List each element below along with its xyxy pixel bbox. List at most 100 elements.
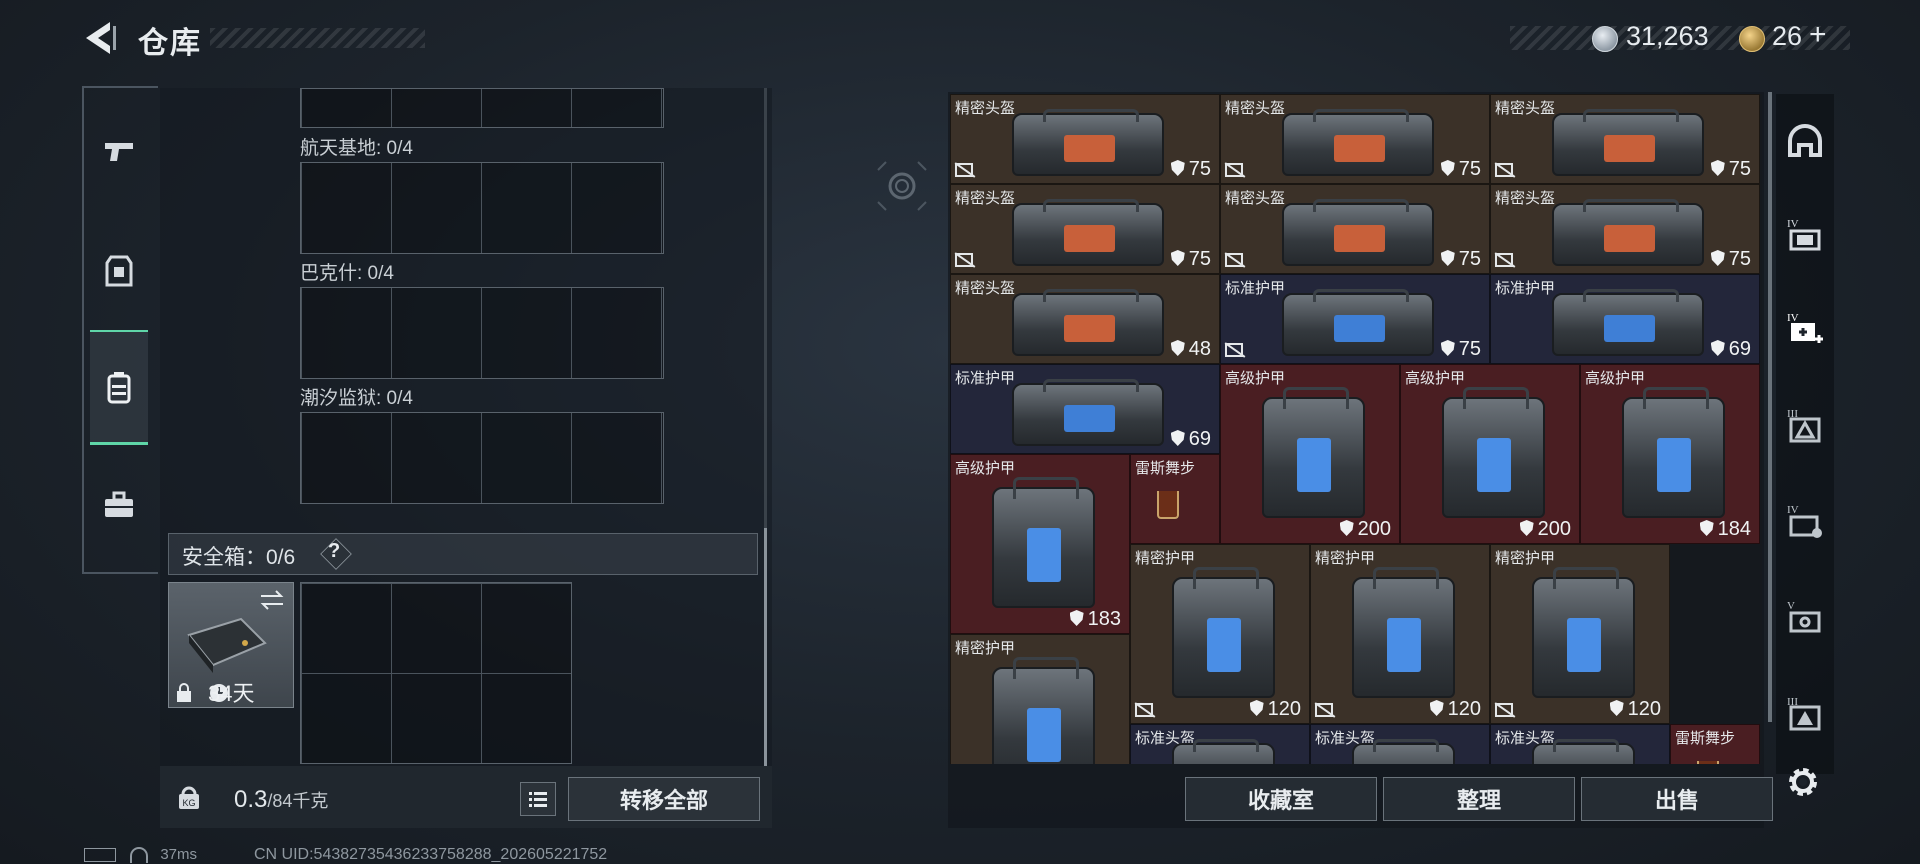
storage-grid-top[interactable]	[300, 88, 664, 128]
storage-scrollbar-thumb[interactable]	[764, 528, 767, 768]
bag-strap	[1583, 289, 1679, 302]
armor-bag-icon	[1551, 289, 1705, 356]
armor-bag-icon	[1011, 379, 1165, 446]
bag-strap	[1043, 109, 1139, 122]
storage-grid[interactable]	[300, 412, 664, 504]
storage-grid[interactable]	[300, 162, 664, 254]
item-name: 精密头盔	[1495, 100, 1556, 117]
inventory-item[interactable]: 标准护甲 69	[1490, 274, 1760, 364]
inventory-item[interactable]: 标准头盔	[1310, 724, 1490, 764]
shield-icon	[1429, 700, 1444, 716]
settings-gear-icon[interactable]	[1784, 763, 1822, 801]
inventory-item[interactable]: 标准护甲 75	[1220, 274, 1490, 364]
inventory-item[interactable]: 精密护甲 120	[1130, 544, 1310, 724]
filter-tab-bag[interactable]: V	[1782, 594, 1828, 640]
item-durability: 75	[1170, 158, 1211, 181]
bag-window	[1027, 528, 1061, 583]
silver-coin-icon	[1592, 26, 1618, 52]
tier-iv-medkit-add-icon: IV	[1787, 312, 1823, 343]
inventory-item[interactable]: 精密护甲	[950, 634, 1130, 764]
add-currency-button[interactable]: +	[1809, 18, 1827, 52]
inventory-item[interactable]: 精密护甲 120	[1490, 544, 1670, 724]
item-name: 高级护甲	[1585, 370, 1646, 387]
durability-value: 75	[1458, 248, 1481, 270]
item-name: 高级护甲	[955, 460, 1016, 477]
durability-value: 75	[1188, 248, 1211, 270]
inventory-item[interactable]: 雷斯舞步	[1130, 454, 1220, 544]
network-status: 37ms	[84, 846, 197, 864]
collection-room-button[interactable]: 收藏室	[1185, 777, 1377, 821]
tab-weapons[interactable]	[90, 116, 148, 186]
safe-case-icon	[187, 617, 267, 673]
inventory-item[interactable]: 精密头盔 48	[950, 274, 1220, 364]
inventory-item[interactable]: 精密护甲 120	[1310, 544, 1490, 724]
storage-grid[interactable]	[300, 287, 664, 379]
item-name: 精密护甲	[1495, 550, 1556, 567]
no-repair-icon	[1135, 703, 1153, 717]
bag-window	[1477, 438, 1511, 493]
filter-tab-helmet[interactable]	[1782, 120, 1828, 166]
filter-tab-vest[interactable]: IV	[1782, 498, 1828, 544]
sort-button[interactable]: 整理	[1383, 777, 1575, 821]
bag-strap	[1283, 386, 1349, 409]
tab-armor[interactable]	[90, 236, 148, 306]
item-durability: 75	[1710, 248, 1751, 271]
durability-value: 183	[1087, 608, 1121, 630]
inventory-item[interactable]: 雷斯舞步	[1670, 724, 1760, 764]
inventory-item[interactable]: 标准头盔	[1490, 724, 1670, 764]
list-view-button[interactable]	[520, 782, 556, 816]
filter-tab-chest-rig[interactable]: IV	[1782, 212, 1828, 258]
inventory-item[interactable]: 精密头盔 75	[950, 94, 1220, 184]
filter-tab-armor[interactable]: III	[1782, 402, 1828, 448]
bag-window	[1207, 618, 1241, 673]
back-arrow-icon[interactable]	[80, 18, 120, 58]
bag-strap	[1553, 566, 1619, 589]
inventory-item[interactable]: 高级护甲 200	[1220, 364, 1400, 544]
armor-bag-icon	[991, 476, 1095, 608]
inventory-item[interactable]: 标准头盔	[1130, 724, 1310, 764]
currency-silver: 31,263	[1626, 21, 1709, 51]
bag-strap	[1043, 289, 1139, 302]
bag-window	[1334, 314, 1385, 342]
item-name: 高级护甲	[1225, 370, 1286, 387]
inventory-item[interactable]: 精密头盔 75	[1490, 94, 1760, 184]
inventory-item[interactable]: 精密头盔 75	[1220, 94, 1490, 184]
svg-text:IV: IV	[1787, 218, 1799, 230]
bag-strap	[1373, 566, 1439, 589]
inventory-item[interactable]: 标准护甲 69	[950, 364, 1220, 454]
item-durability: 200	[1519, 518, 1571, 541]
inventory-item[interactable]: 精密头盔 75	[950, 184, 1220, 274]
no-repair-icon	[1315, 703, 1333, 717]
swap-icon[interactable]	[259, 589, 285, 611]
inventory-scrollbar[interactable]	[1768, 92, 1772, 722]
safe-box-grid[interactable]	[300, 582, 572, 764]
durability-value: 200	[1537, 518, 1571, 540]
inventory-item[interactable]: 精密头盔 75	[1220, 184, 1490, 274]
armor-bag-icon	[1351, 739, 1455, 764]
shield-icon	[1710, 340, 1725, 356]
durability-value: 75	[1728, 158, 1751, 180]
filter-tab-plate[interactable]: III	[1782, 690, 1828, 736]
sell-button[interactable]: 出售	[1581, 777, 1773, 821]
inventory-item[interactable]: 高级护甲 183	[950, 454, 1130, 634]
shield-icon	[1440, 250, 1455, 266]
weight-current: 0.3	[234, 786, 268, 813]
inventory-item[interactable]: 高级护甲 184	[1580, 364, 1760, 544]
filter-tab-medical[interactable]: IV	[1782, 306, 1828, 352]
inventory-item[interactable]: 高级护甲 200	[1400, 364, 1580, 544]
transfer-all-button[interactable]: 转移全部	[568, 777, 760, 821]
help-button[interactable]: ?	[328, 540, 340, 563]
item-durability: 184	[1699, 518, 1751, 541]
shield-icon	[1249, 700, 1264, 716]
bag-strap	[1313, 109, 1409, 122]
armor-bag-icon	[1011, 289, 1165, 356]
inventory-item[interactable]: 精密头盔 75	[1490, 184, 1760, 274]
svg-text:IV: IV	[1787, 312, 1799, 324]
tab-tools[interactable]	[90, 470, 148, 540]
bag-window	[1064, 134, 1115, 162]
tab-backpack[interactable]	[90, 352, 148, 422]
bag-window	[1604, 134, 1655, 162]
shield-icon	[1699, 520, 1714, 536]
bag-window	[1064, 404, 1115, 432]
item-name: 标准护甲	[955, 370, 1016, 387]
